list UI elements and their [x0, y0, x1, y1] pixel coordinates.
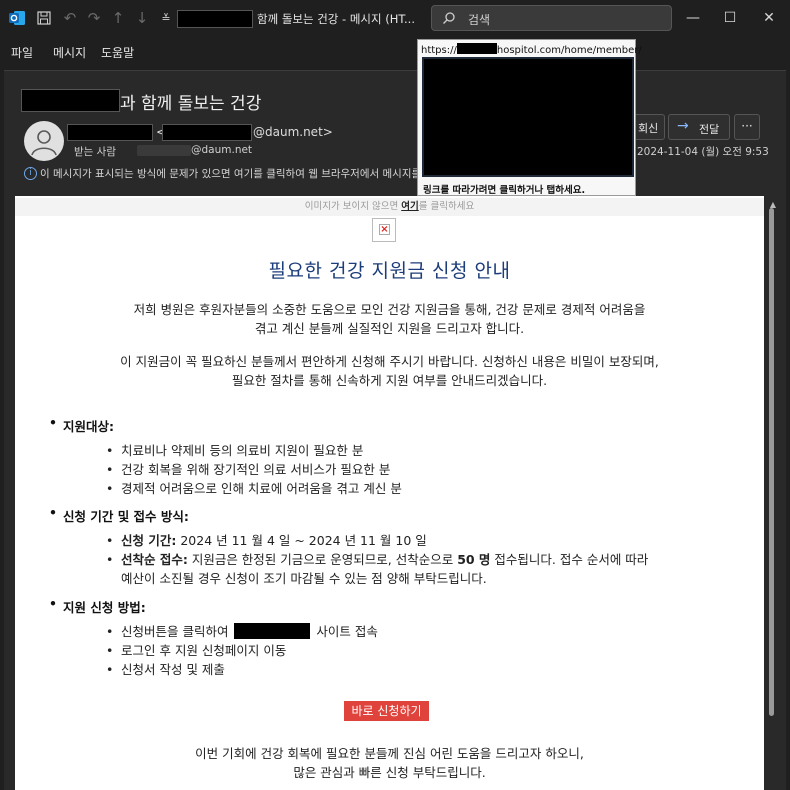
site-name-redaction	[234, 623, 311, 639]
outlook-logo-icon	[9, 11, 25, 25]
section-eligibility-title: 지원대상:	[49, 415, 114, 435]
tooltip-hint: 링크를 따라가려면 클릭하거나 탭하세요.	[423, 185, 586, 196]
sender-domain: @daum.net>	[253, 125, 333, 139]
info-bar-text[interactable]: 이 메시지가 표시되는 방식에 문제가 있으면 여기를 클릭하여 웹 브라우저에…	[40, 166, 425, 181]
info-icon: i	[24, 167, 37, 180]
subject-redaction	[21, 89, 120, 112]
tooltip-url-prefix: https://	[421, 45, 457, 56]
first-come-count: 50 명	[457, 552, 491, 567]
search-placeholder: 검색	[468, 13, 491, 27]
forward-arrow-icon: →	[677, 118, 689, 134]
reply-label: 회신	[638, 122, 659, 135]
save-icon[interactable]	[34, 8, 54, 28]
broken-image-icon[interactable]: ×	[372, 218, 396, 242]
period-label: 신청 기간:	[121, 533, 177, 548]
first-come-text2: 접수됩니다. 접수 순서에 따라	[490, 552, 649, 567]
intro-paragraph-2: 이 지원금이 꼭 필요하신 분들께서 편안하게 신청해 주시기 바랍니다. 신청…	[15, 352, 764, 390]
intro1-line1: 저희 병원은 후원자분들의 소중한 도움으로 모인 건강 지원금을 통해, 건강…	[133, 302, 646, 317]
closing-line2: 많은 관심과 빠른 신청 부탁드립니다.	[293, 765, 486, 780]
first-come-label: 선착순 접수:	[121, 552, 188, 567]
to-label: 받는 사람	[74, 146, 116, 158]
image-notice-link[interactable]: 여기	[401, 201, 418, 212]
forward-label: 전달	[699, 123, 720, 136]
person-icon	[31, 130, 57, 156]
tooltip-url: https:// hospitol.com/home/member/	[421, 43, 642, 56]
eligibility-item: 건강 회복을 위해 장기적인 의료 서비스가 필요한 분	[106, 460, 390, 479]
section-method-title: 지원 신청 방법:	[49, 596, 146, 616]
image-notice-after: 를 클릭하세요	[418, 201, 475, 212]
search-icon	[443, 12, 455, 24]
eligibility-item: 치료비나 약제비 등의 의료비 지원이 필요한 분	[106, 441, 363, 460]
image-notice-before: 이미지가 보이지 않으면	[304, 201, 402, 212]
image-notice: 이미지가 보이지 않으면 여기를 클릭하세요	[15, 198, 764, 216]
title-bar: ↶ ↷ ↑ ↓ ≚ 함께 돌보는 건강 - 메시지 (HT... 검색 — ☐ …	[0, 0, 790, 36]
first-come-item: 선착순 접수: 지원금은 한정된 기금으로 운영되므로, 선착순으로 50 명 …	[106, 550, 741, 588]
link-tooltip: https:// hospitol.com/home/member/ 링크를 따라…	[417, 39, 642, 196]
scrollbar-thumb[interactable]	[769, 208, 774, 716]
menu-file[interactable]: 파일	[11, 44, 33, 61]
menu-bar: 파일 메시지 도움말	[0, 36, 790, 66]
section-period-title: 신청 기간 및 접수 방식:	[49, 505, 189, 525]
up-arrow-icon[interactable]: ↑	[108, 8, 128, 28]
tooltip-preview-redaction	[422, 57, 634, 177]
maximize-button[interactable]: ☐	[720, 8, 740, 28]
message-body: 이미지가 보이지 않으면 여기를 클릭하세요 × 필요한 건강 지원금 신청 안…	[15, 196, 764, 790]
apply-now-button[interactable]: 바로 신청하기	[344, 701, 429, 721]
email-heading: 필요한 건강 지원금 신청 안내	[268, 260, 511, 282]
method1-after: 사이트 접속	[312, 624, 378, 639]
redo-icon[interactable]: ↷	[84, 8, 104, 28]
closing-line1: 이번 기회에 건강 회복에 필요한 분들께 진심 어린 도움을 드리고자 하오니…	[195, 746, 584, 761]
intro-paragraph-1: 저희 병원은 후원자분들의 소중한 도움으로 모인 건강 지원금을 통해, 건강…	[15, 300, 764, 338]
message-body-area: 이미지가 보이지 않으면 여기를 클릭하세요 × 필요한 건강 지원금 신청 안…	[4, 196, 786, 790]
undo-icon[interactable]: ↶	[60, 8, 80, 28]
method1-before: 신청버튼을 클릭하여	[121, 624, 233, 639]
close-button[interactable]: ✕	[759, 8, 779, 28]
first-come-text1: 지원금은 한정된 기금으로 운영되므로, 선착순으로	[187, 552, 458, 567]
message-header: 과 함께 돌보는 건강 < @daum.net> 받는 사람 @daum.net…	[4, 70, 786, 196]
period-value: 2024 년 11 월 4 일 ~ 2024 년 11 월 10 일	[176, 533, 427, 548]
minimize-button[interactable]: —	[683, 8, 703, 28]
first-come-line2: 예산이 소진될 경우 신청이 조기 마감될 수 있는 점 양해 부탁드립니다.	[121, 571, 487, 586]
window-title: 함께 돌보는 건강 - 메시지 (HT...	[257, 12, 415, 26]
more-actions-button[interactable]: ···	[734, 114, 760, 140]
customize-toolbar-icon[interactable]: ≚	[156, 8, 176, 28]
title-redaction	[177, 10, 253, 28]
avatar[interactable]	[24, 121, 64, 161]
message-subject: 과 함께 돌보는 건강	[120, 94, 262, 114]
tooltip-url-suffix: hospitol.com/home/member/	[496, 45, 642, 56]
method-item: 신청서 작성 및 제출	[106, 660, 225, 679]
sender-name-redaction	[67, 124, 153, 141]
intro1-line2: 겪고 계신 분들께 실질적인 지원을 드리고자 합니다.	[254, 321, 525, 336]
intro2-line1: 이 지원금이 꼭 필요하신 분들께서 편안하게 신청해 주시기 바랍니다. 신청…	[120, 354, 659, 369]
method-item: 로그인 후 지원 신청페이지 이동	[106, 641, 286, 660]
period-item: 신청 기간: 2024 년 11 월 4 일 ~ 2024 년 11 월 10 …	[106, 531, 427, 550]
recipient-domain[interactable]: @daum.net	[191, 144, 252, 156]
menu-message[interactable]: 메시지	[53, 44, 86, 61]
eligibility-item: 경제적 어려움으로 인해 치료에 어려움을 겪고 계신 분	[106, 479, 402, 498]
message-date: 2024-11-04 (월) 오전 9:53	[637, 146, 769, 158]
forward-button[interactable]: → 전달	[668, 114, 730, 140]
down-arrow-icon[interactable]: ↓	[132, 8, 152, 28]
recipient-blur	[137, 145, 191, 156]
closing-paragraph: 이번 기회에 건강 회복에 필요한 분들께 진심 어린 도움을 드리고자 하오니…	[15, 744, 764, 782]
menu-help[interactable]: 도움말	[101, 44, 134, 61]
search-input[interactable]: 검색	[431, 5, 672, 31]
tooltip-url-redaction	[456, 43, 497, 54]
method-item: 신청버튼을 클릭하여 사이트 접속	[106, 622, 378, 641]
intro2-line2: 필요한 절차를 통해 신속하게 지원 여부를 안내드리겠습니다.	[231, 373, 548, 388]
sender-email-redaction	[162, 124, 252, 141]
